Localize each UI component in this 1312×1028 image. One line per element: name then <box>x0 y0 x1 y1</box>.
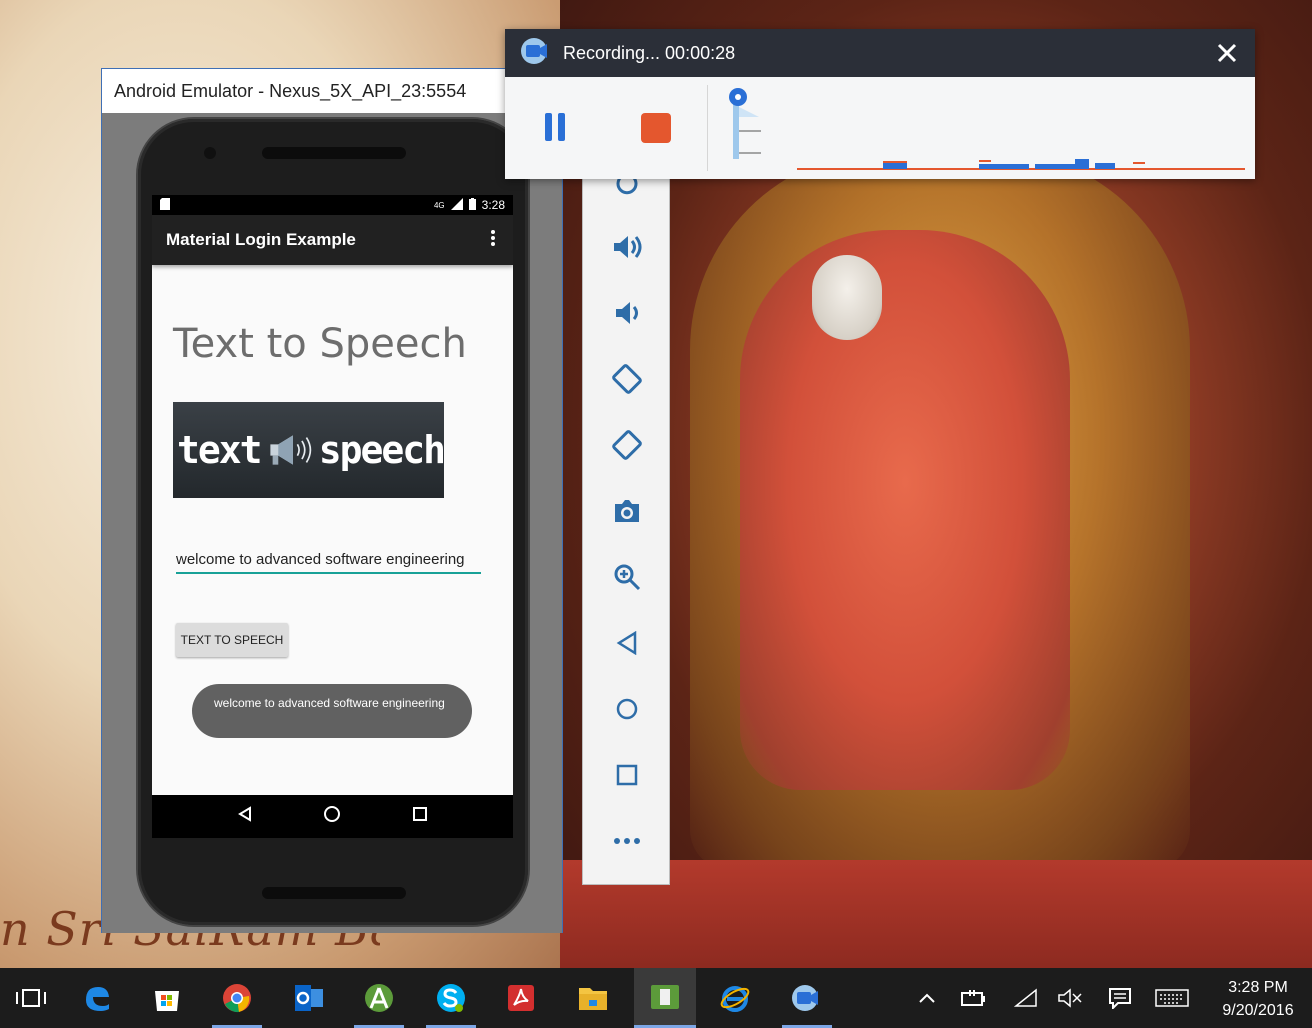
volume-down-icon[interactable] <box>605 293 649 333</box>
emulator-window[interactable]: Android Emulator - Nexus_5X_API_23:5554 … <box>101 68 563 933</box>
recorder-window[interactable]: Recording... 00:00:28 <box>505 29 1255 179</box>
acrobat-icon[interactable] <box>490 968 552 1028</box>
status-time: 3:28 <box>481 198 505 212</box>
app-bar: Material Login Example <box>152 215 513 265</box>
android-studio-icon[interactable] <box>348 968 410 1028</box>
rotate-right-icon[interactable] <box>605 425 649 465</box>
phone-speaker-top <box>262 147 406 159</box>
signal-icon <box>450 197 463 213</box>
microphone-level-icon[interactable] <box>727 87 767 159</box>
emulator-titlebar[interactable]: Android Emulator - Nexus_5X_API_23:5554 <box>102 69 562 113</box>
emulator-side-toolbar <box>582 175 670 885</box>
outlook-icon[interactable] <box>278 968 340 1028</box>
recording-status: Recording... 00:00:28 <box>563 42 736 63</box>
wallpaper-figure <box>740 230 1070 790</box>
chevron-up-icon[interactable] <box>910 968 944 1028</box>
emulator-window-title: Android Emulator - Nexus_5X_API_23:5554 <box>114 80 467 101</box>
close-icon[interactable] <box>1213 39 1241 67</box>
recorder-titlebar[interactable]: Recording... 00:00:28 <box>505 29 1255 77</box>
notifications-icon[interactable] <box>1100 968 1140 1028</box>
recorder-icon[interactable] <box>776 968 838 1028</box>
phone-speaker-bottom <box>262 887 406 899</box>
back-icon[interactable] <box>237 806 253 827</box>
battery-icon[interactable] <box>954 968 994 1028</box>
pause-button[interactable] <box>541 107 571 147</box>
clock-date: 9/20/2016 <box>1222 1002 1294 1019</box>
overflow-menu-icon[interactable] <box>487 229 499 252</box>
toast-message: welcome to advanced software engineering <box>192 684 472 738</box>
android-nav-bar <box>152 795 513 838</box>
chrome-icon[interactable] <box>206 968 268 1028</box>
store-icon[interactable] <box>136 968 198 1028</box>
taskbar-clock[interactable]: 3:28 PM 9/20/2016 <box>1208 976 1308 1022</box>
more-icon[interactable] <box>605 821 649 861</box>
mute-icon[interactable] <box>1050 968 1090 1028</box>
tts-banner-image: text speech <box>173 402 446 498</box>
home-icon[interactable] <box>323 805 341 828</box>
battery-icon <box>468 197 476 213</box>
wallpaper-base <box>560 860 1312 968</box>
signal-label: 4G <box>433 200 445 210</box>
phone-screen[interactable]: 4G 3:28 Material Login Example Text to S… <box>152 195 513 838</box>
camera-icon[interactable] <box>605 491 649 531</box>
text-to-speech-button[interactable]: TEXT TO SPEECH <box>176 623 288 657</box>
banner-right-word: speech <box>318 428 446 472</box>
wifi-icon[interactable] <box>1006 968 1046 1028</box>
skype-icon[interactable] <box>420 968 482 1028</box>
back-icon[interactable] <box>605 623 649 663</box>
megaphone-icon <box>269 435 311 465</box>
app-title: Material Login Example <box>166 230 356 249</box>
sd-card-icon <box>160 197 170 213</box>
rotate-left-icon[interactable] <box>605 359 649 399</box>
banner-left-word: text <box>177 428 263 472</box>
zoom-icon[interactable] <box>605 557 649 597</box>
home-icon[interactable] <box>605 689 649 729</box>
audio-waveform <box>797 159 1245 170</box>
keyboard-icon[interactable] <box>1150 968 1194 1028</box>
emulator-icon[interactable] <box>634 968 696 1028</box>
recorder-app-icon <box>519 36 553 71</box>
stop-button[interactable] <box>641 113 671 143</box>
taskbar: 3:28 PM 9/20/2016 <box>0 968 1312 1028</box>
phone-frame: 4G 3:28 Material Login Example Text to S… <box>138 119 528 925</box>
recorder-divider <box>707 85 708 171</box>
task-view-icon[interactable] <box>0 968 62 1028</box>
edge-icon[interactable] <box>66 968 128 1028</box>
recents-icon[interactable] <box>412 806 428 827</box>
wallpaper-face <box>812 255 882 340</box>
file-explorer-icon[interactable] <box>562 968 624 1028</box>
volume-up-icon[interactable] <box>605 227 649 267</box>
status-bar: 4G 3:28 <box>152 195 513 215</box>
text-input[interactable]: welcome to advanced software engineering <box>176 548 481 574</box>
emulator-body: 4G 3:28 Material Login Example Text to S… <box>102 113 562 933</box>
app-content: Text to Speech text speech welcome to ad… <box>152 265 513 795</box>
clock-time: 3:28 PM <box>1228 979 1288 996</box>
overview-icon[interactable] <box>605 755 649 795</box>
phone-camera <box>204 147 216 159</box>
internet-explorer-icon[interactable] <box>704 968 766 1028</box>
page-title: Text to Speech <box>173 321 467 367</box>
